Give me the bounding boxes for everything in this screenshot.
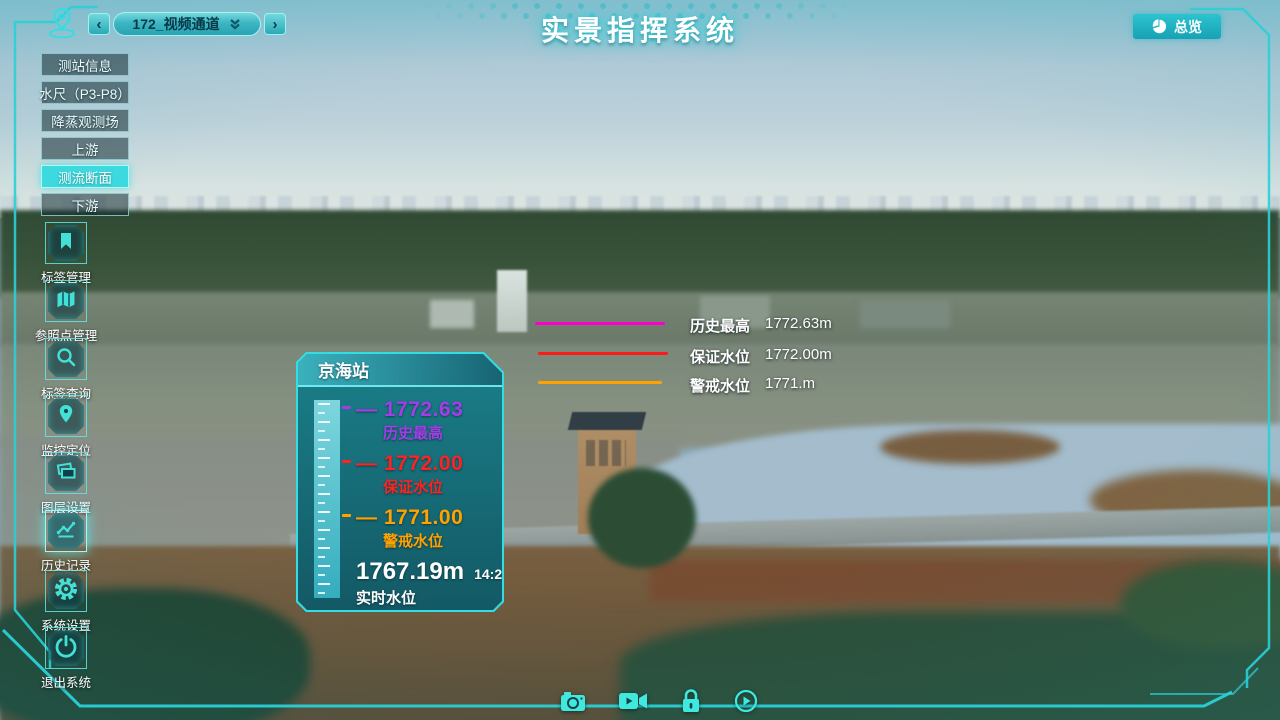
- guaranteed-level-value: 1772.00m: [765, 346, 832, 363]
- bookmark-icon: [54, 229, 78, 258]
- nav-upstream[interactable]: 上游: [41, 137, 129, 160]
- layers-icon: [54, 459, 78, 488]
- tool-system-settings[interactable]: 系统设置: [38, 570, 94, 634]
- gear-icon: [53, 576, 79, 607]
- warning-level-line: [538, 381, 662, 384]
- lock-icon[interactable]: [680, 688, 702, 714]
- warning-level-value: 1771.m: [765, 375, 815, 392]
- nav-flow-section[interactable]: 测流断面: [41, 165, 129, 188]
- tool-layer-settings[interactable]: 图层设置: [38, 452, 94, 516]
- play-icon[interactable]: [734, 689, 758, 713]
- level-guaranteed: — 1772.00 保证水位: [356, 452, 463, 497]
- tool-exit-system[interactable]: 退出系统: [38, 627, 94, 691]
- tool-tag-management[interactable]: 标签管理: [38, 222, 94, 286]
- water-level-ruler: [314, 400, 340, 598]
- historic-high-value: 1772.63m: [765, 315, 832, 332]
- video-feed-background: [0, 0, 1280, 720]
- camera-icon[interactable]: [560, 690, 586, 712]
- ruler-mark-historic: [342, 406, 351, 409]
- bottom-toolbar: [560, 686, 770, 716]
- guaranteed-level-label: 保证水位: [690, 346, 750, 367]
- historic-high-line: [535, 322, 665, 325]
- tool-history-records[interactable]: 历史记录: [38, 510, 94, 574]
- pie-chart-icon: [1152, 19, 1167, 34]
- guaranteed-level-line: [538, 352, 668, 355]
- warning-level-label: 警戒水位: [690, 375, 750, 396]
- historic-high-label: 历史最高: [690, 315, 750, 336]
- level-warning: — 1771.00 警戒水位: [356, 506, 463, 551]
- video-camera-icon[interactable]: [618, 691, 648, 711]
- sidebar-nav: 测站信息 水尺（P3-P8） 降蒸观测场 上游 测流断面 下游: [41, 53, 129, 216]
- nav-evaporation-field[interactable]: 降蒸观测场: [41, 109, 129, 132]
- nav-water-ruler[interactable]: 水尺（P3-P8）: [41, 81, 129, 104]
- station-name: 京海站: [318, 357, 369, 382]
- power-icon: [54, 634, 78, 663]
- station-panel-header: 京海站: [298, 354, 502, 387]
- tool-reference-points[interactable]: 参照点管理: [38, 280, 94, 344]
- station-panel: 京海站 — 1772.63: [296, 352, 504, 612]
- tool-monitor-position[interactable]: 监控定位: [38, 395, 94, 459]
- nav-downstream[interactable]: 下游: [41, 193, 129, 216]
- realscene-command-app: ‹ 172_视频通道 › 实景指挥系统 总览 测站信息 水尺（P3-P8） 降蒸…: [0, 0, 1280, 720]
- level-historic-high: — 1772.63 历史最高: [356, 398, 463, 443]
- page-title: 实景指挥系统: [0, 9, 1280, 49]
- location-icon: [54, 402, 78, 431]
- ruler-mark-warning: [342, 514, 351, 517]
- overview-label: 总览: [1174, 17, 1202, 37]
- tool-tag-query[interactable]: 标签查询: [38, 338, 94, 402]
- level-realtime: 1767.19m14:20 实时水位: [356, 558, 510, 608]
- nav-station-info[interactable]: 测站信息: [41, 53, 129, 76]
- overview-button[interactable]: 总览: [1133, 14, 1221, 39]
- ruler-mark-guaranteed: [342, 460, 351, 463]
- history-chart-icon: [54, 517, 78, 546]
- map-icon: [54, 287, 78, 316]
- search-icon: [54, 345, 78, 374]
